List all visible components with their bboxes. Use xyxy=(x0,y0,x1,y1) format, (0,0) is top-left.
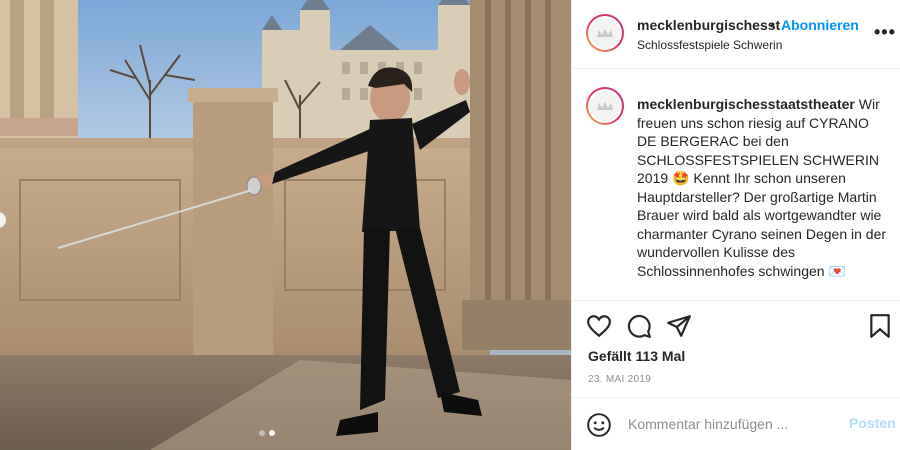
post-actions: Gefällt 113 Mal 23. MAI 2019 Posten xyxy=(572,300,900,450)
theater-logo-icon xyxy=(597,29,613,37)
caption-avatar[interactable] xyxy=(586,87,624,125)
post-photo[interactable] xyxy=(0,0,571,450)
profile-avatar[interactable] xyxy=(586,14,624,52)
instagram-post: mecklenburgischesst • Abonnieren Schloss… xyxy=(0,0,900,450)
carousel-dot xyxy=(259,430,265,436)
comment-bubble-icon[interactable] xyxy=(626,313,652,339)
like-count[interactable]: Gefällt 113 Mal xyxy=(588,348,685,364)
post-header: mecklenburgischesst • Abonnieren Schloss… xyxy=(572,0,900,69)
photo-illustration xyxy=(0,0,571,450)
share-paperplane-icon[interactable] xyxy=(666,313,692,339)
caption-body: mecklenburgischesstaatstheater Wir freue… xyxy=(637,95,892,280)
emoji-smiley-icon[interactable] xyxy=(586,412,612,438)
comment-bar: Posten xyxy=(572,397,900,450)
carousel-indicator xyxy=(259,430,275,436)
caption-text: Wir freuen uns schon riesig auf CYRANO D… xyxy=(637,96,887,279)
more-options-icon[interactable]: ••• xyxy=(874,22,896,43)
header-username[interactable]: mecklenburgischesst xyxy=(637,17,780,33)
separator-dot: • xyxy=(770,17,775,33)
caption-username[interactable]: mecklenburgischesstaatstheater xyxy=(637,96,855,112)
location-link[interactable]: Schlossfestspiele Schwerin xyxy=(637,38,782,52)
carousel-dot-active xyxy=(269,430,275,436)
post-sidebar: mecklenburgischesst • Abonnieren Schloss… xyxy=(571,0,900,450)
theater-logo-icon xyxy=(597,102,613,110)
save-bookmark-icon[interactable] xyxy=(867,313,893,339)
post-comment-button[interactable]: Posten xyxy=(849,415,896,431)
post-caption: mecklenburgischesstaatstheater Wir freue… xyxy=(572,70,900,300)
post-date[interactable]: 23. MAI 2019 xyxy=(588,374,651,385)
comment-input[interactable] xyxy=(628,416,838,432)
follow-button[interactable]: Abonnieren xyxy=(781,17,859,33)
like-heart-icon[interactable] xyxy=(586,313,612,339)
